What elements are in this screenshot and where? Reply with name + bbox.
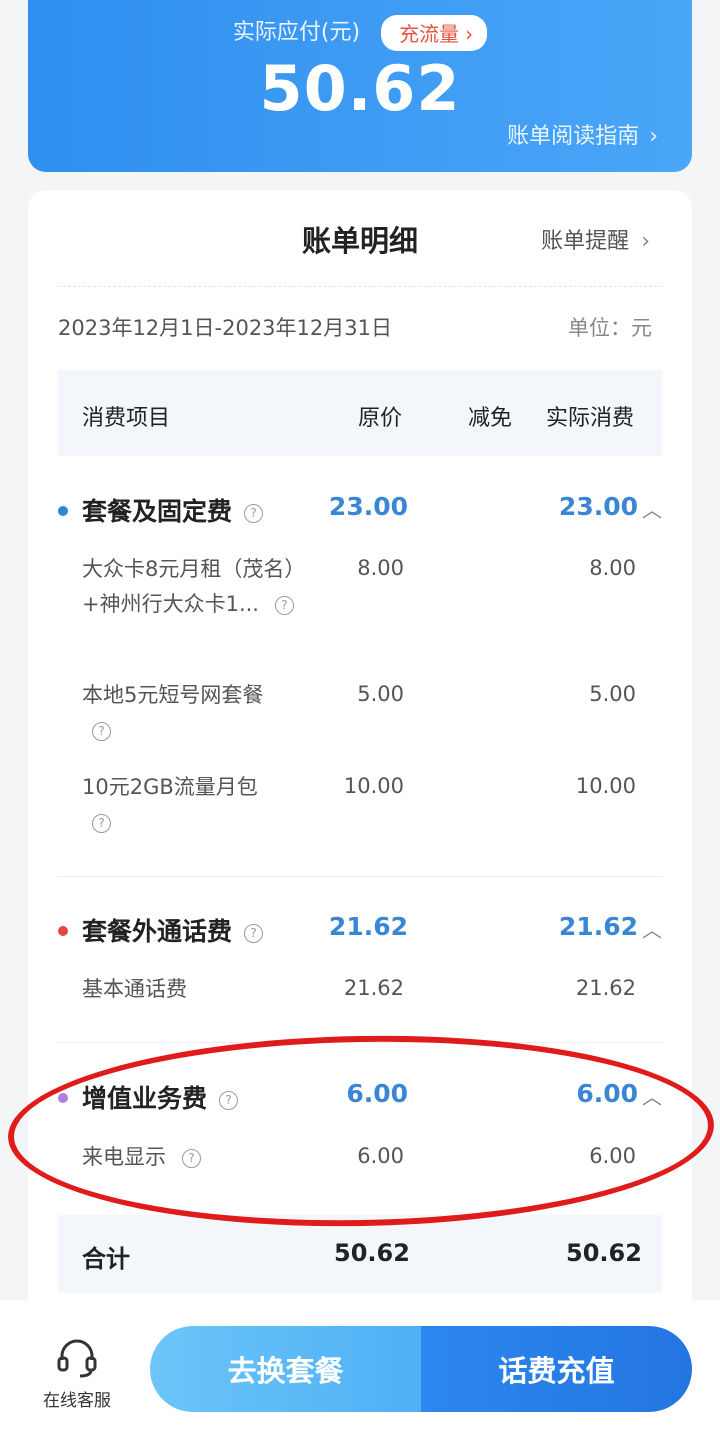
group-dot [58,506,68,516]
bill-reminder-link[interactable]: 账单提醒 › [541,223,650,255]
total-actual: 50.62 [566,1239,642,1267]
headset-icon [57,1339,97,1378]
item-actual: 21.62 [575,976,636,1000]
group-original: 23.00 [328,492,408,521]
group-name: 套餐及固定费? [82,492,264,528]
help-icon[interactable]: ? [244,503,264,523]
total-row: 合计 50.62 50.62 [58,1215,662,1293]
group-actual: 23.00 [558,492,638,521]
item-name-text: 基本通话费 [82,977,187,1001]
divider [58,286,662,287]
bill-reminder-label: 账单提醒 [541,229,630,254]
total-label: 合计 [82,1245,130,1273]
chevron-up-icon[interactable]: ︿ [642,494,662,523]
item-name-text: 大众卡8元月租（茂名）+神州行大众卡1... [82,557,306,616]
chevron-right-icon: › [649,124,658,149]
help-icon[interactable]: ? [92,721,111,741]
group-name-text: 套餐外通话费 [82,917,233,946]
group-name-text: 套餐及固定费 [82,497,233,526]
item-name-text: 10元2GB流量月包 [82,775,258,799]
header-discount: 减免 [468,406,513,431]
online-service-button[interactable]: 在线客服 [32,1338,122,1411]
divider [58,876,662,877]
item-actual: 10.00 [575,774,636,798]
amount-label-row: 实际应付(元) 充流量 › [28,14,692,51]
item-original: 10.00 [343,774,404,798]
table-header: 消费项目 原价 减免 实际消费 [58,370,662,456]
recharge-data-label: 充流量 [399,22,460,46]
header-actual: 实际消费 [546,406,635,431]
group-actual: 21.62 [558,912,638,941]
bill-guide-label: 账单阅读指南 [507,124,640,149]
item-name: 本地5元短号网套餐? [82,678,312,748]
item-original: 21.62 [343,976,404,1000]
action-buttons: 去换套餐 话费充值 [150,1326,692,1412]
item-actual: 8.00 [589,556,636,580]
header-item: 消费项目 [82,406,171,431]
help-icon[interactable]: ? [92,813,111,833]
item-original: 5.00 [357,682,404,706]
total-original: 50.62 [334,1239,410,1267]
bottom-bar: 在线客服 去换套餐 话费充值 [0,1300,720,1435]
amount-due: 50.62 [259,52,461,125]
recharge-data-chip[interactable]: 充流量 › [381,15,488,51]
unit-label: 单位：元 [568,316,652,340]
billing-period: 2023年12月1日-2023年12月31日 [58,316,392,340]
group-original: 21.62 [328,912,408,941]
chevron-right-icon: › [641,229,650,254]
recharge-button[interactable]: 话费充值 [421,1326,692,1412]
online-service-label: 在线客服 [43,1391,111,1411]
item-name: 基本通话费 [82,972,312,1007]
help-icon[interactable]: ? [244,923,264,943]
chevron-up-icon[interactable]: ︿ [642,914,662,943]
item-name-text: 本地5元短号网套餐 [82,683,264,707]
amount-label: 实际应付(元) [232,20,361,45]
bill-guide-link[interactable]: 账单阅读指南 › [507,118,658,150]
group-name: 套餐外通话费? [82,912,264,948]
change-plan-button[interactable]: 去换套餐 [150,1326,421,1412]
amount-header: 实际应付(元) 充流量 › 50.62 账单阅读指南 › [28,0,692,172]
item-name: 10元2GB流量月包? [82,770,312,840]
item-name: 大众卡8元月租（茂名）+神州行大众卡1...? [82,552,312,622]
item-actual: 5.00 [589,682,636,706]
item-original: 8.00 [357,556,404,580]
header-original: 原价 [358,406,403,431]
group-dot [58,926,68,936]
help-icon[interactable]: ? [274,595,294,615]
chevron-right-icon: › [465,22,474,46]
